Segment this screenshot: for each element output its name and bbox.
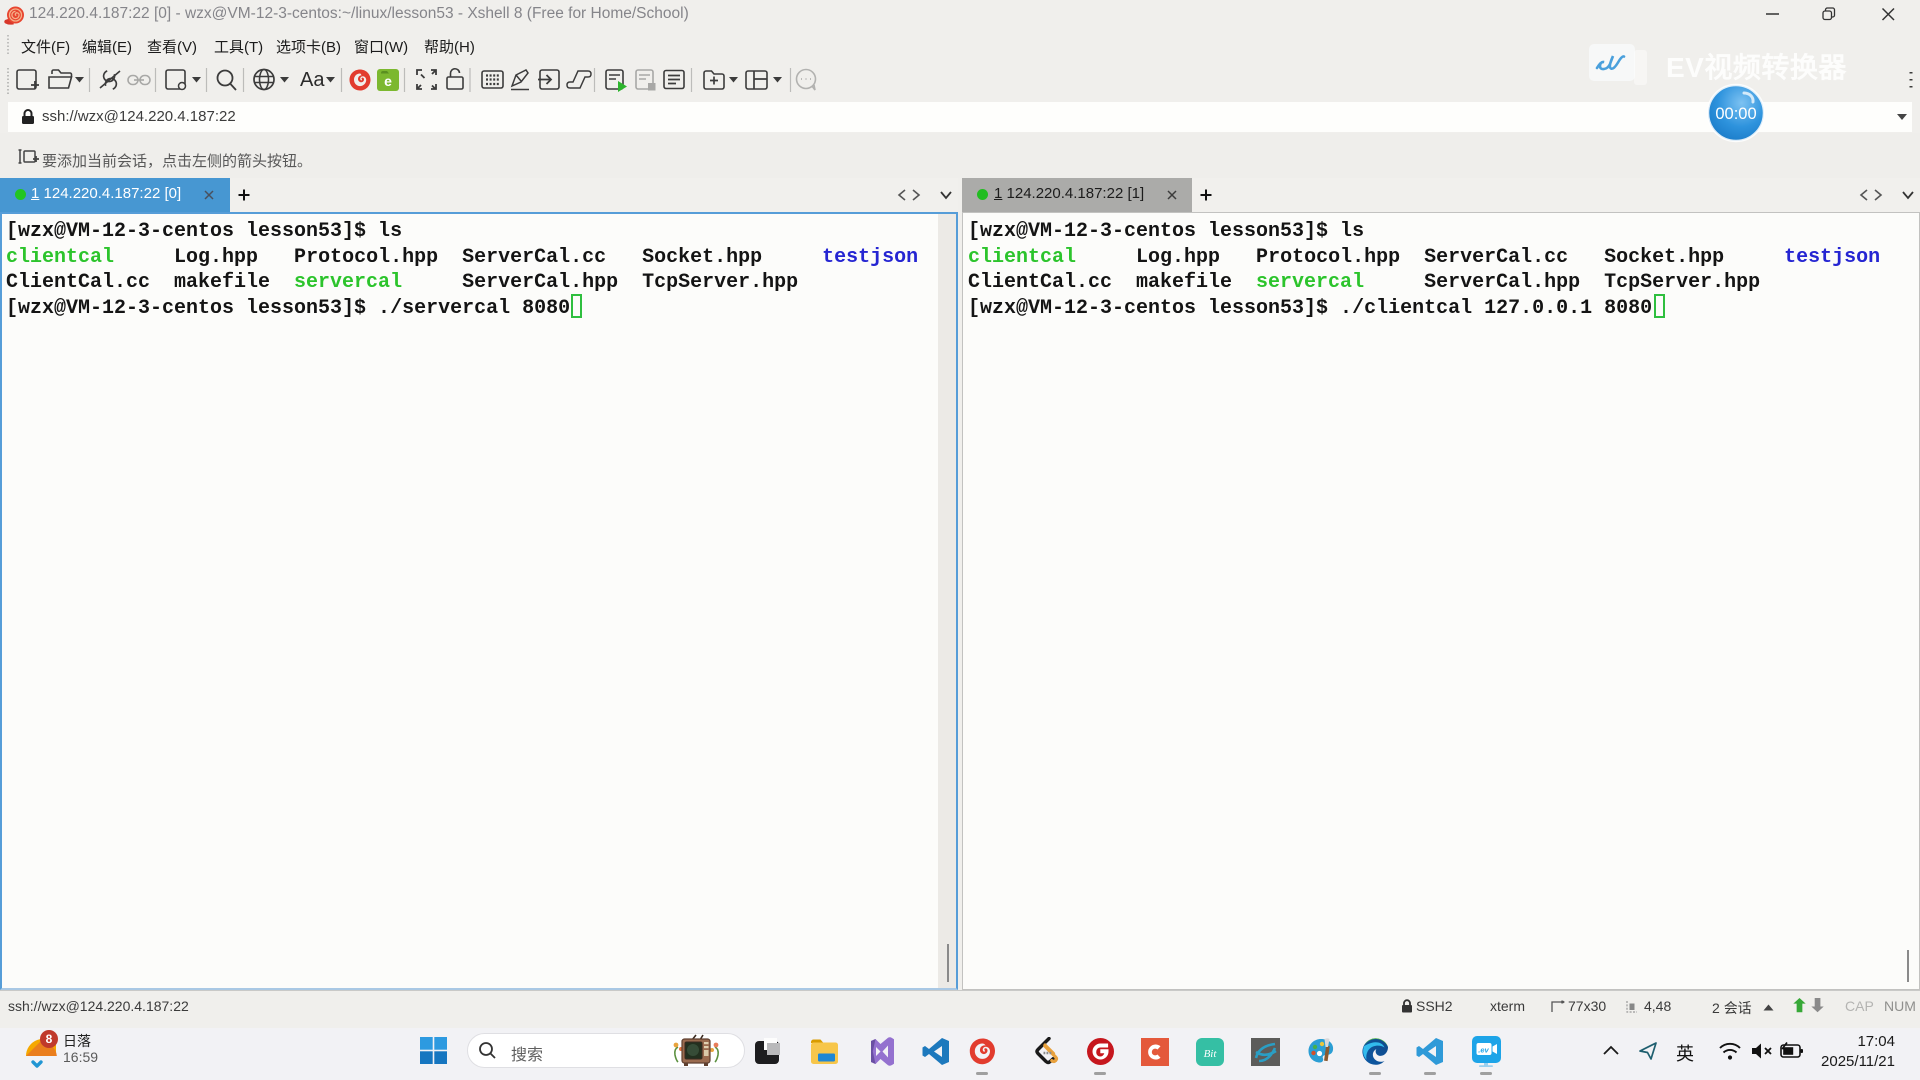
svg-text:8: 8	[46, 1032, 53, 1046]
svg-text:00:00: 00:00	[1715, 105, 1756, 123]
svg-text:Bit: Bit	[1204, 1048, 1218, 1060]
svg-text:Aa: Aa	[300, 69, 325, 91]
svg-text:.ev: .ev	[1478, 1046, 1489, 1055]
svg-text:e: e	[384, 73, 392, 89]
